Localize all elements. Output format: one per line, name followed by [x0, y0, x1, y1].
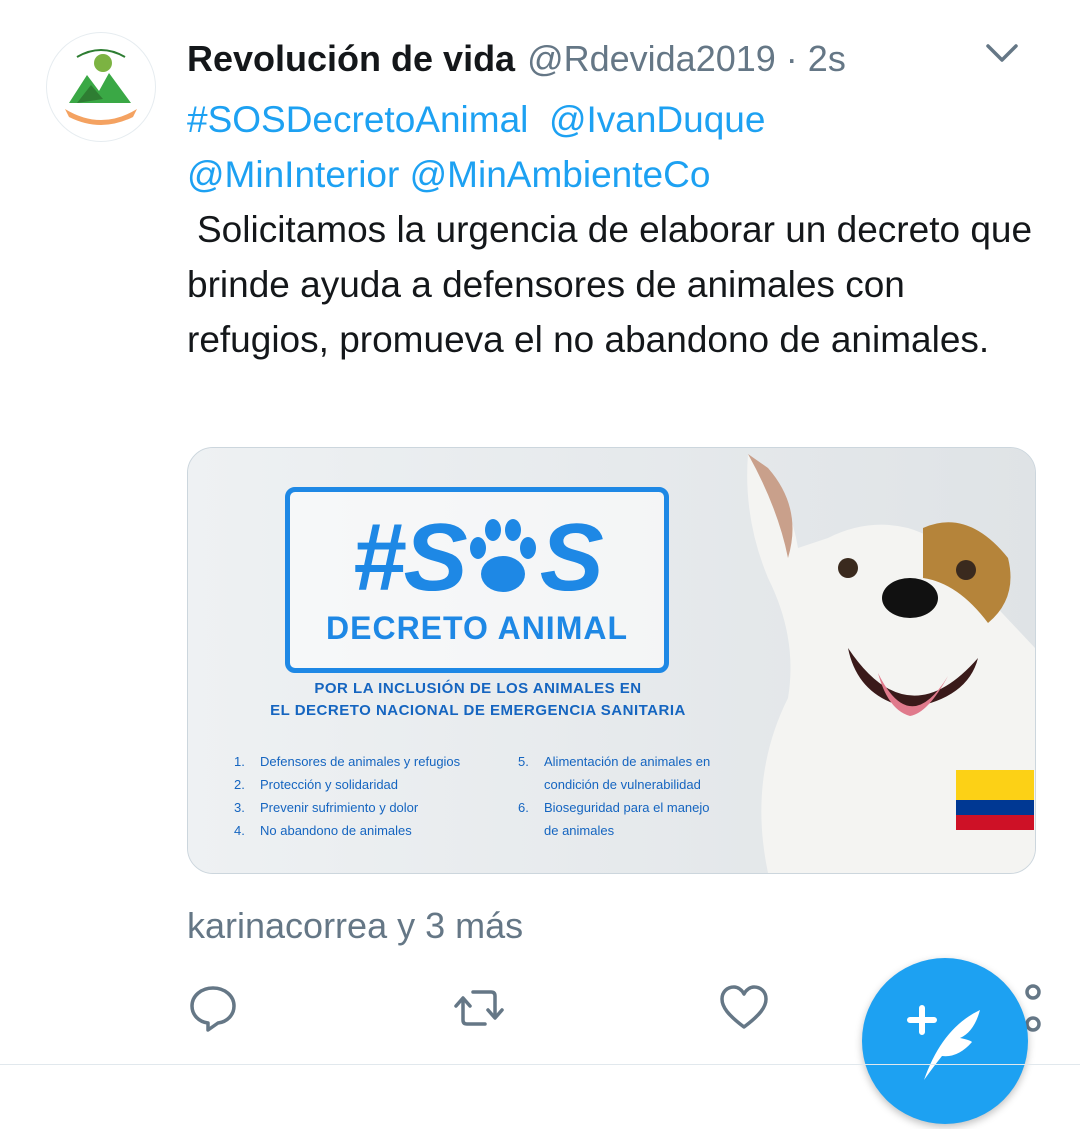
- list-item: 4. No abandono de animales: [234, 823, 412, 838]
- tweet-tags-line-2: @MinInterior @MinAmbienteCo: [187, 147, 1047, 202]
- poster-list-left: 1. Defensores de animales y refugios 2. Pr…: [234, 750, 460, 842]
- compose-feather-icon: [907, 1005, 980, 1080]
- tweet-timestamp[interactable]: 2s: [808, 38, 846, 80]
- mention-link[interactable]: @IvanDuque: [549, 99, 766, 140]
- paw-icon: [469, 519, 536, 592]
- separator-dot: ·: [785, 38, 798, 79]
- poster-sos-tail: S: [539, 504, 604, 611]
- flag-stripe-yellow: [956, 770, 1034, 800]
- poster-subtitle: DECRETO ANIMAL: [326, 610, 628, 646]
- tweet-header: Revolución de vida @Rdevida2019 · 2s: [187, 34, 1060, 84]
- mention-link[interactable]: @MinAmbienteCo: [410, 154, 711, 195]
- heart-icon[interactable]: [718, 982, 770, 1034]
- compose-tweet-button[interactable]: [862, 958, 1028, 1124]
- avatar-logo-icon: [49, 35, 153, 139]
- list-item: 3. Prevenir sufrimiento y dolor: [234, 800, 419, 815]
- tweet-tags-line-1: #SOSDecretoAnimal @IvanDuque: [187, 92, 1047, 147]
- flag-stripe-red: [956, 815, 1034, 830]
- colombia-flag: [956, 770, 1034, 830]
- flag-stripe-blue: [956, 800, 1034, 815]
- retweet-icon[interactable]: [453, 982, 505, 1034]
- divider: [0, 1064, 1080, 1065]
- list-item: 1. Defensores de animales y refugios: [234, 754, 461, 769]
- chevron-down-icon[interactable]: [982, 38, 1022, 68]
- tweet-media-image[interactable]: #S S DECRETO ANIMAL POR LA INCLUSIÓN DE …: [187, 447, 1036, 874]
- poster-sos-hash: #S: [352, 504, 467, 611]
- poster-list-right: 5. Alimentación de animales en condición …: [518, 750, 710, 842]
- list-item: de animales: [544, 823, 615, 838]
- poster-title-box: #S S DECRETO ANIMAL: [285, 487, 669, 673]
- poster-banner-line-2: EL DECRETO NACIONAL DE EMERGENCIA SANITA…: [270, 702, 686, 719]
- list-item: 2. Protección y solidaridad: [234, 777, 399, 792]
- list-item: 5. Alimentación de animales en: [518, 754, 711, 769]
- author-name[interactable]: Revolución de vida: [187, 38, 515, 80]
- author-handle[interactable]: @Rdevida2019: [527, 38, 776, 80]
- poster-sos-title: #S S: [290, 508, 664, 608]
- liked-by-text[interactable]: karinacorrea y 3 más: [187, 905, 523, 947]
- poster-banner-line-1: POR LA INCLUSIÓN DE LOS ANIMALES EN: [314, 680, 642, 697]
- author-avatar[interactable]: [46, 32, 156, 142]
- list-item: condición de vulnerabilidad: [544, 777, 701, 792]
- reply-icon[interactable]: [187, 982, 239, 1034]
- tweet-text: #SOSDecretoAnimal @IvanDuque @MinInterio…: [187, 92, 1047, 367]
- tweet-body: Solicitamos la urgencia de elaborar un d…: [187, 209, 1033, 360]
- list-item: 6. Bioseguridad para el manejo: [518, 800, 710, 815]
- mention-link[interactable]: @MinInterior: [187, 154, 399, 195]
- hashtag-link[interactable]: #SOSDecretoAnimal: [187, 99, 528, 140]
